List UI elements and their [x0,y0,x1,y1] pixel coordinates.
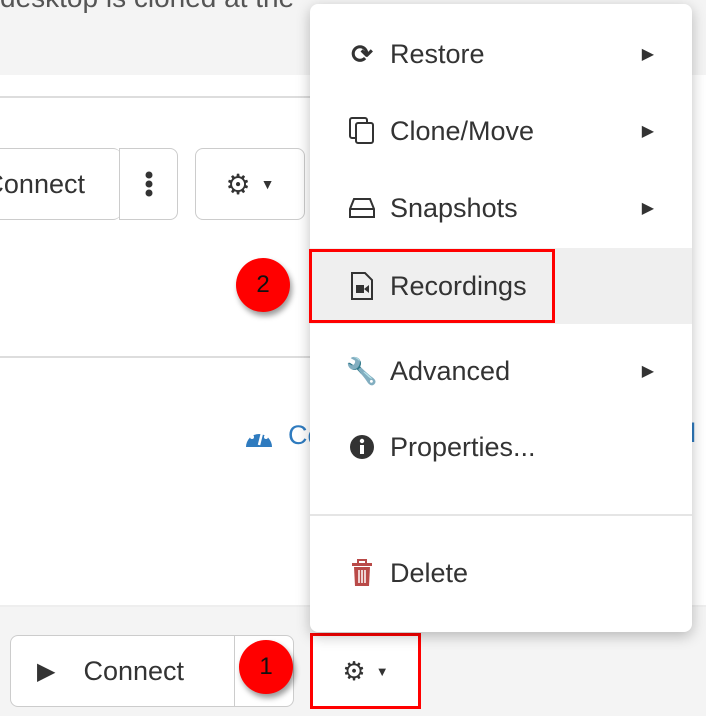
tachometer-icon [246,427,272,447]
caret-right-icon: ▶ [641,363,654,380]
caret-right-icon: ▶ [641,200,654,217]
menu-item-restore[interactable]: ⟳ Restore ▶ [310,16,692,92]
footer-connect-button[interactable]: ▶ Connect [10,635,236,707]
gear-icon: ⚙ [225,168,251,200]
menu-item-advanced[interactable]: 🔧 Advanced ▶ [310,333,692,409]
footer-settings-dropdown-button[interactable]: ⚙ ▼ [310,633,421,709]
menu-item-snapshots[interactable]: Snapshots ▶ [310,170,692,246]
description-text: desktop is cloned at the [0,0,294,14]
caret-down-icon: ▼ [375,663,389,679]
connect-button[interactable]: Connect [0,148,121,220]
more-options-button[interactable] [119,148,178,220]
footer-connect-label: Connect [83,655,185,686]
settings-dropdown-button[interactable]: ⚙ ▼ [195,148,305,220]
menu-item-properties[interactable]: Properties... [310,409,692,485]
menu-item-label: Properties... [390,431,536,462]
menu-item-label: Delete [390,557,469,588]
info-circle-icon [348,434,376,460]
menu-item-label: Clone/Move [390,115,535,146]
menu-item-label: Restore [390,38,485,69]
menu-item-clone-move[interactable]: Clone/Move ▶ [310,93,692,169]
step-2-badge: 2 [236,258,290,312]
desktop-card: Connect ⚙ ▼ [0,96,328,358]
gear-icon: ⚙ [342,655,366,686]
hdd-icon [348,197,376,219]
connect-label: Connect [0,168,85,199]
ellipsis-vertical-icon [145,171,152,197]
trash-icon [348,559,376,587]
menu-item-label: Advanced [390,355,511,386]
caret-right-icon: ▶ [641,46,654,63]
step-1-badge: 1 [239,640,293,694]
menu-divider [310,514,692,516]
caret-down-icon: ▼ [260,176,275,192]
sync-icon: ⟳ [351,38,373,69]
menu-item-delete[interactable]: Delete [310,535,692,611]
recordings-highlight-box [309,249,555,323]
caret-right-icon: ▶ [641,123,654,140]
copy-icon [348,117,376,145]
play-icon: ▶ [37,657,56,685]
menu-item-label: Snapshots [390,192,518,223]
wrench-icon: 🔧 [345,355,379,386]
